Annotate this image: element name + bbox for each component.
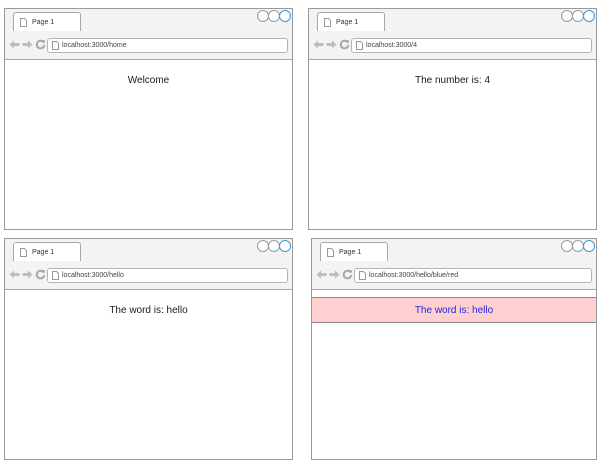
url-text: localhost:3000/4	[366, 42, 417, 49]
forward-arrow-icon[interactable]	[22, 269, 33, 280]
back-arrow-icon[interactable]	[9, 269, 20, 280]
page-icon	[324, 18, 331, 27]
url-text: localhost:3000/home	[62, 42, 127, 49]
close-button[interactable]	[279, 10, 291, 22]
forward-arrow-icon[interactable]	[329, 269, 340, 280]
address-bar[interactable]: localhost:3000/hello	[47, 268, 288, 283]
address-bar[interactable]: localhost:3000/hello/blue/red	[354, 268, 592, 283]
page-icon	[20, 248, 27, 257]
page-icon	[359, 271, 366, 280]
browser-window-home: Page 1 localhost:3000/home Welcome	[4, 8, 293, 230]
forward-arrow-icon[interactable]	[22, 39, 33, 50]
reload-icon[interactable]	[35, 39, 46, 50]
page-content: The number is: 4	[309, 60, 596, 229]
styled-banner: The word is: hello	[312, 297, 596, 323]
browser-window-number: Page 1 localhost:3000/4 The number is: 4	[308, 8, 597, 230]
address-bar[interactable]: localhost:3000/4	[351, 38, 592, 53]
reload-icon[interactable]	[342, 269, 353, 280]
content-text: The number is: 4	[414, 75, 491, 86]
page-content: The word is: hello	[312, 290, 596, 459]
address-bar[interactable]: localhost:3000/home	[47, 38, 288, 53]
browser-window-hello: Page 1 localhost:3000/hello The word is:…	[4, 238, 293, 460]
browser-tab[interactable]: Page 1	[13, 242, 81, 261]
browser-window-styled: Page 1 localhost:3000/hello/blue/red The…	[311, 238, 597, 460]
browser-chrome: Page 1 localhost:3000/hello	[5, 239, 292, 290]
reload-icon[interactable]	[35, 269, 46, 280]
content-text: The word is: hello	[109, 305, 188, 316]
browser-tab[interactable]: Page 1	[317, 12, 385, 31]
page-icon	[52, 271, 59, 280]
browser-chrome: Page 1 localhost:3000/4	[309, 9, 596, 60]
close-button[interactable]	[583, 240, 595, 252]
page-icon	[327, 248, 334, 257]
content-text: Welcome	[127, 75, 170, 86]
page-content: The word is: hello	[5, 290, 292, 459]
tab-title: Page 1	[32, 249, 55, 256]
page-icon	[52, 41, 59, 50]
close-button[interactable]	[279, 240, 291, 252]
close-button[interactable]	[583, 10, 595, 22]
tab-title: Page 1	[336, 19, 359, 26]
browser-chrome: Page 1 localhost:3000/hello/blue/red	[312, 239, 596, 290]
page-icon	[356, 41, 363, 50]
page-icon	[20, 18, 27, 27]
url-text: localhost:3000/hello/blue/red	[369, 272, 459, 279]
tab-title: Page 1	[32, 19, 55, 26]
url-text: localhost:3000/hello	[62, 272, 124, 279]
browser-chrome: Page 1 localhost:3000/home	[5, 9, 292, 60]
back-arrow-icon[interactable]	[316, 269, 327, 280]
forward-arrow-icon[interactable]	[326, 39, 337, 50]
back-arrow-icon[interactable]	[313, 39, 324, 50]
browser-tab[interactable]: Page 1	[320, 242, 388, 261]
browser-tab[interactable]: Page 1	[13, 12, 81, 31]
content-text: The word is: hello	[414, 305, 494, 316]
back-arrow-icon[interactable]	[9, 39, 20, 50]
tab-title: Page 1	[339, 249, 362, 256]
reload-icon[interactable]	[339, 39, 350, 50]
page-content: Welcome	[5, 60, 292, 229]
